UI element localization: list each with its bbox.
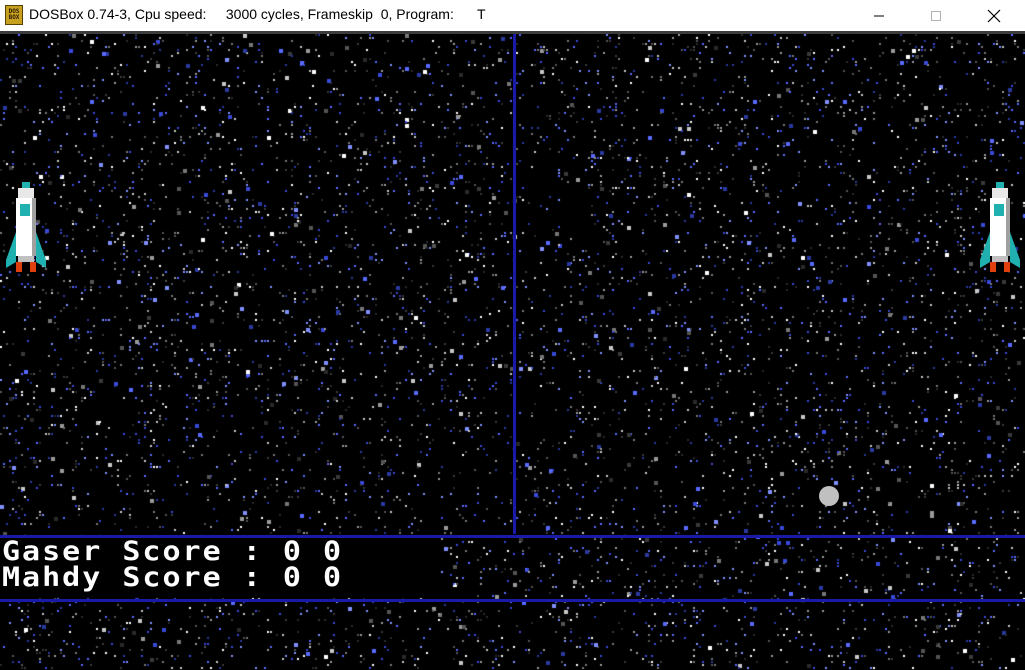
player-two-rocket <box>980 182 1020 272</box>
score-separator: : <box>242 561 263 593</box>
icon-text-bottom: BOX <box>8 14 20 21</box>
dosbox-icon[interactable]: DOS BOX <box>5 5 23 25</box>
score-row-mahdy: Mahdy Score : 0 0 <box>2 564 343 591</box>
score-label: Score <box>122 561 223 593</box>
window-title: DOSBox 0.74-3, Cpu speed: 3000 cycles, F… <box>29 6 486 22</box>
ball <box>819 486 839 506</box>
score-value: 0 0 <box>282 561 344 593</box>
score-row-gaser: Gaser Score : 0 0 <box>2 538 343 565</box>
dosbox-window: DOS BOX DOSBox 0.74-3, Cpu speed: 3000 c… <box>0 0 1025 670</box>
minimize-icon <box>874 15 884 16</box>
game-screen[interactable]: Gaser Score : 0 0 Mahdy Score : 0 0 <box>0 34 1025 670</box>
title-bar[interactable]: DOS BOX DOSBox 0.74-3, Cpu speed: 3000 c… <box>0 0 1025 31</box>
player-name: Mahdy <box>2 561 103 593</box>
maximize-icon <box>931 10 941 21</box>
score-panel-bottom-border <box>0 599 1025 602</box>
minimize-button[interactable] <box>856 0 902 31</box>
player-one-rocket <box>6 182 46 272</box>
close-button[interactable] <box>971 0 1017 31</box>
center-divider <box>513 34 516 534</box>
close-icon <box>987 9 1001 22</box>
maximize-button[interactable] <box>913 0 959 31</box>
